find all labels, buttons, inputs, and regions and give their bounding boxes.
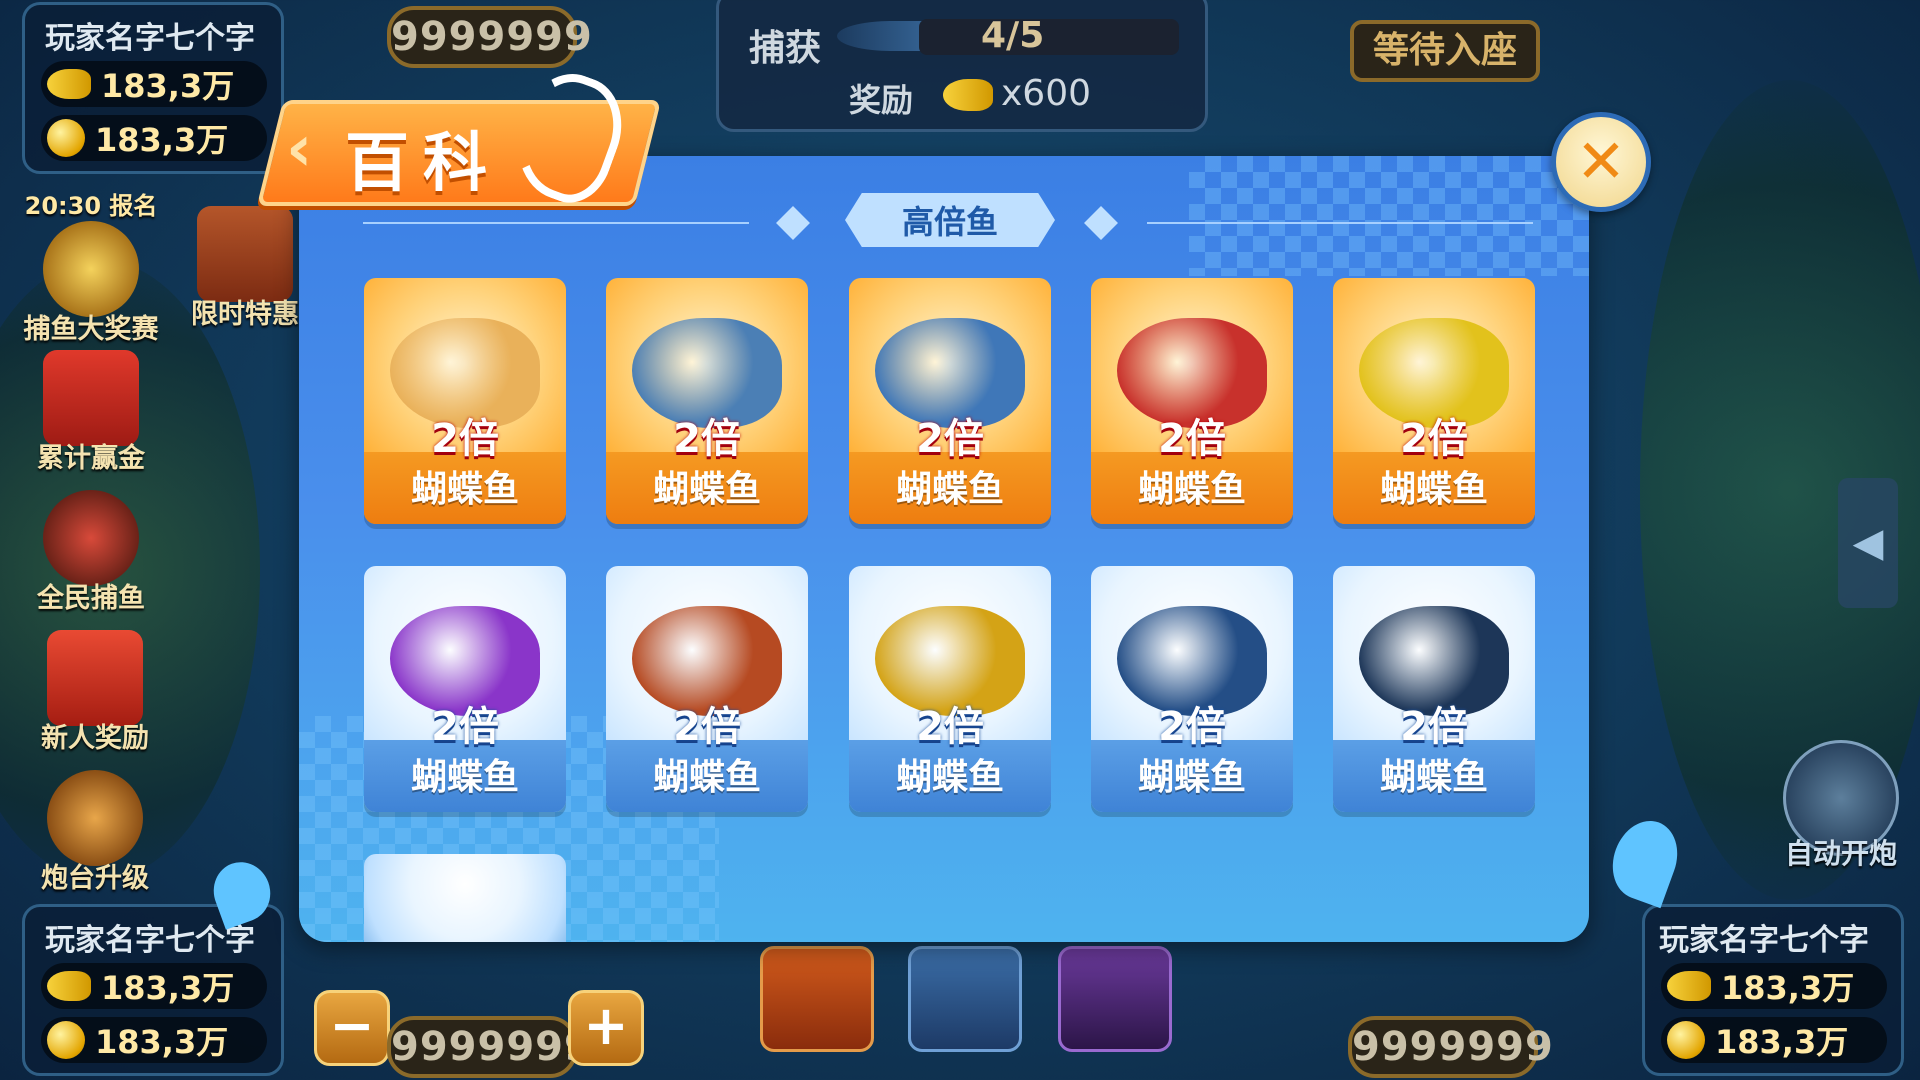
trophy-icon — [43, 221, 139, 317]
reward-label: 奖励 — [849, 81, 914, 119]
capture-progress: 4/5 — [981, 15, 1045, 56]
fish-card-golden-toad[interactable]: 2倍蝴蝶鱼 — [849, 566, 1051, 812]
fish-name: 蝴蝶鱼 — [895, 469, 1004, 510]
fish-card-partial[interactable] — [364, 854, 566, 942]
sidebar-item-newbie-reward[interactable]: 新人奖励 — [20, 630, 170, 755]
wait-seat-button[interactable]: 等待入座 — [1350, 20, 1540, 82]
skill-monster-button[interactable] — [1058, 946, 1172, 1052]
modal-title: 百科 — [345, 127, 501, 201]
coin-icon — [47, 1021, 85, 1059]
gift-box-icon — [47, 630, 143, 726]
divider-right — [1147, 222, 1533, 224]
banner-chevron: ‹ — [286, 112, 313, 186]
fish-name: 蝴蝶鱼 — [652, 469, 761, 510]
divider-diamond-right — [1084, 206, 1118, 240]
fish-balance: 183,3万 — [41, 61, 267, 107]
encyclopedia-modal — [299, 156, 1589, 942]
player-panel-top-left: 玩家名字七个字 183,3万 183,3万 — [22, 2, 284, 174]
capture-panel: 捕获 4/5 奖励 x600 — [716, 0, 1208, 132]
coin-icon — [47, 119, 85, 157]
fish-balance: 183,3万 — [1661, 963, 1887, 1009]
player-name: 玩家名字七个字 — [1659, 923, 1869, 958]
fish-card-robot-crab[interactable]: 2倍蝴蝶鱼 — [606, 566, 808, 812]
fish-name: 蝴蝶鱼 — [895, 757, 1004, 798]
sidebar-item-cannon-upgrade[interactable]: 炮台升级 — [20, 770, 170, 895]
auto-fire-button[interactable]: 自动开炮 — [1766, 740, 1916, 880]
fish-card-shark[interactable]: 2倍蝴蝶鱼 — [606, 278, 808, 524]
coin-icon — [1667, 1021, 1705, 1059]
event-time: 20:30 报名 — [24, 192, 158, 220]
expand-right-panel-button[interactable]: ◀ — [1838, 478, 1898, 608]
cannon-icon — [47, 770, 143, 866]
sidebar-item-accumulated-wins[interactable]: 累计赢金 — [16, 350, 166, 475]
fish-name: 蝴蝶鱼 — [1379, 757, 1488, 798]
player-panel-bottom-left: 玩家名字七个字 183,3万 183,3万 — [22, 904, 284, 1076]
fish-card-orca[interactable]: 2倍蝴蝶鱼 — [1333, 566, 1535, 812]
minus-bet-button[interactable]: − — [314, 990, 390, 1066]
fish-multiplier: 2倍 — [673, 416, 741, 462]
sidebar-item-all-fishing[interactable]: 全民捕鱼 — [16, 490, 166, 615]
divider-diamond-left — [776, 206, 810, 240]
skill-target-button[interactable] — [760, 946, 874, 1052]
modal-pattern-top-right — [1189, 156, 1589, 276]
fish-name: 蝴蝶鱼 — [1137, 469, 1246, 510]
fish-card-lobster[interactable]: 2倍蝴蝶鱼 — [1091, 278, 1293, 524]
divider-left — [363, 222, 749, 224]
treasure-chest-icon — [197, 206, 293, 302]
fish-name: 蝴蝶鱼 — [652, 757, 761, 798]
fish-multiplier: 2倍 — [431, 704, 499, 750]
skill-crystal-button[interactable] — [908, 946, 1022, 1052]
fish-name: 蝴蝶鱼 — [1379, 469, 1488, 510]
gold-fish-icon — [47, 69, 91, 99]
fish-name: 蝴蝶鱼 — [1137, 757, 1246, 798]
reward-value: x600 — [1001, 73, 1092, 114]
bottom-right-bet-counter: 9999999 — [1348, 1016, 1553, 1078]
fish-card-purple-fish[interactable]: 2倍蝴蝶鱼 — [364, 566, 566, 812]
sidebar-item-limited-offer[interactable]: 限时特惠 — [170, 206, 320, 331]
fish-multiplier: 2倍 — [673, 704, 741, 750]
sidebar-item-tournament[interactable]: 20:30 报名 捕鱼大奖赛 — [16, 186, 166, 346]
fish-multiplier: 2倍 — [431, 416, 499, 462]
coin-balance: 183,3万 — [1661, 1017, 1887, 1063]
fish-name: 蝴蝶鱼 — [410, 469, 519, 510]
coin-balance: 183,3万 — [41, 1017, 267, 1063]
top-bet-counter: 9999999 — [387, 6, 592, 68]
gold-fish-icon — [943, 79, 993, 111]
fish-multiplier: 2倍 — [916, 416, 984, 462]
gold-fish-icon — [47, 971, 91, 1001]
fish-multiplier: 2倍 — [1158, 704, 1226, 750]
close-button[interactable]: ✕ — [1551, 112, 1651, 212]
red-envelope-icon — [43, 350, 139, 446]
fish-multiplier: 2倍 — [1158, 416, 1226, 462]
capture-label: 捕获 — [749, 28, 822, 69]
player-panel-bottom-right: 玩家名字七个字 183,3万 183,3万 — [1642, 904, 1904, 1076]
fish-card-tiger-shark[interactable]: 2倍蝴蝶鱼 — [1333, 278, 1535, 524]
fish-card-whale[interactable]: 2倍蝴蝶鱼 — [1091, 566, 1293, 812]
gold-fish-icon — [1667, 971, 1711, 1001]
bottom-left-bet-counter: 9999999 — [387, 1016, 592, 1078]
coin-balance: 183,3万 — [41, 115, 267, 161]
fish-multiplier: 2倍 — [1400, 704, 1468, 750]
category-tab-high-multiplier[interactable]: 高倍鱼 — [845, 193, 1055, 247]
fish-multiplier: 2倍 — [1400, 416, 1468, 462]
fish-card-manta-ray[interactable]: 2倍蝴蝶鱼 — [849, 278, 1051, 524]
player-name: 玩家名字七个字 — [45, 21, 255, 56]
water-splash-right — [1602, 811, 1688, 909]
crab-badge-icon — [43, 490, 139, 586]
fish-multiplier: 2倍 — [916, 704, 984, 750]
fish-balance: 183,3万 — [41, 963, 267, 1009]
fish-name: 蝴蝶鱼 — [410, 757, 519, 798]
capture-progress-bar — [919, 19, 1179, 55]
close-icon: ✕ — [1575, 127, 1627, 197]
plus-bet-button[interactable]: + — [568, 990, 644, 1066]
fish-card-mermaid[interactable]: 2倍蝴蝶鱼 — [364, 278, 566, 524]
